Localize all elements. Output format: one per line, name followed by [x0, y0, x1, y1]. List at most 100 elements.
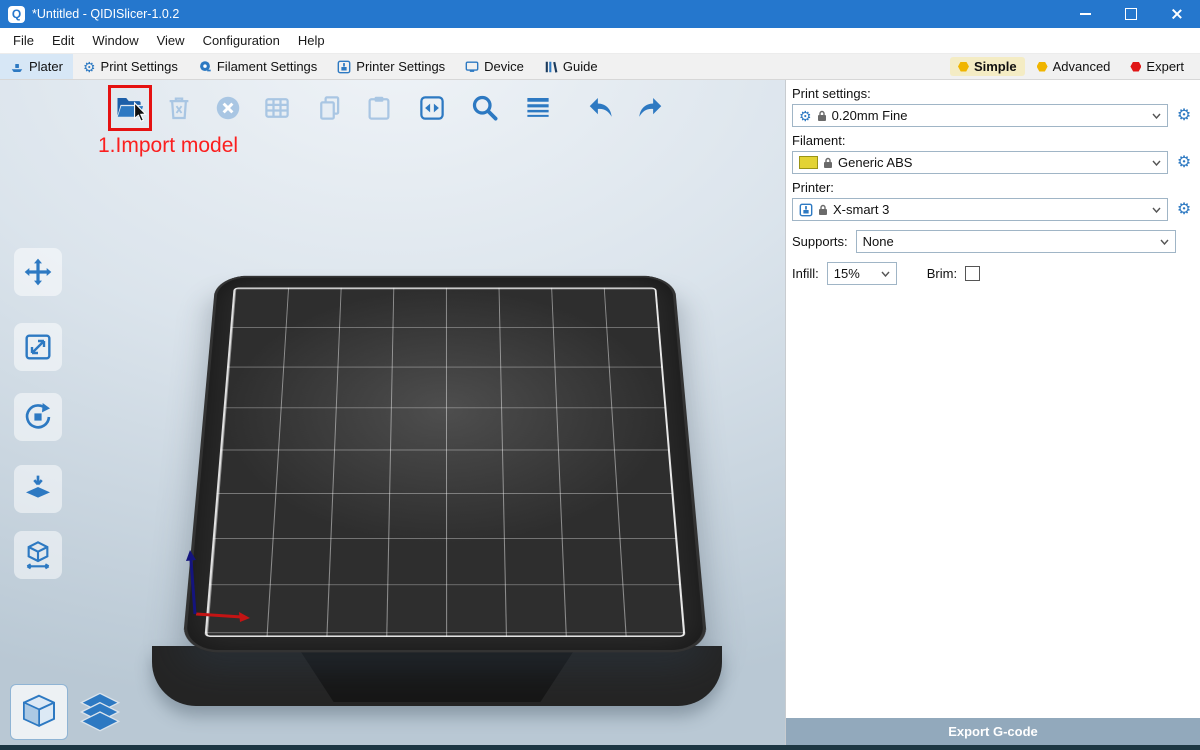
filament-label: Filament:: [792, 133, 1194, 148]
mode-expert[interactable]: Expert: [1122, 57, 1192, 76]
lock-icon: [817, 110, 827, 122]
move-icon: [22, 256, 54, 288]
guide-icon: [544, 60, 558, 74]
redo-icon: [635, 93, 665, 123]
window-controls: [1062, 0, 1200, 28]
undo-button[interactable]: [582, 88, 620, 128]
gear-icon: ⚙: [83, 60, 96, 74]
printer-icon: [799, 203, 813, 217]
infill-select[interactable]: 15%: [827, 262, 897, 285]
delete-button[interactable]: [160, 88, 198, 128]
chevron-down-icon: [1152, 207, 1161, 213]
chevron-down-icon: [1160, 239, 1169, 245]
tab-printer-settings[interactable]: Printer Settings: [327, 54, 455, 79]
tab-guide[interactable]: Guide: [534, 54, 608, 79]
delete-icon: [164, 93, 194, 123]
print-bed-front: [152, 646, 722, 706]
menu-view[interactable]: View: [148, 28, 194, 53]
printer-gear-button[interactable]: ⚙: [1174, 202, 1194, 218]
supports-select[interactable]: None: [856, 230, 1176, 253]
chevron-down-icon: [1152, 160, 1161, 166]
rotate-tool-button[interactable]: [14, 393, 62, 441]
delete-all-icon: [213, 93, 243, 123]
menu-configuration[interactable]: Configuration: [194, 28, 289, 53]
bottom-strip: [0, 745, 1200, 750]
mode-switcher: Simple Advanced Expert: [950, 57, 1200, 76]
supports-label: Supports:: [792, 234, 848, 249]
preview-layers-button[interactable]: [74, 688, 126, 736]
mode-label: Simple: [974, 59, 1017, 74]
tab-label: Filament Settings: [217, 59, 317, 74]
undo-icon: [586, 93, 616, 123]
rotate-icon: [22, 401, 54, 433]
3d-view-cube-icon: [19, 692, 59, 732]
infill-label: Infill:: [792, 266, 819, 281]
supports-value: None: [863, 234, 1155, 249]
titlebar: Q *Untitled - QIDISlicer-1.0.2: [0, 0, 1200, 28]
mouse-cursor-icon: [130, 101, 152, 123]
move-tool-button[interactable]: [14, 248, 62, 296]
variable-layer-height-button[interactable]: [519, 88, 557, 128]
tab-device[interactable]: Device: [455, 54, 534, 79]
print-settings-gear-button[interactable]: ⚙: [1174, 108, 1194, 124]
lock-icon: [823, 157, 833, 169]
paste-button[interactable]: [360, 88, 398, 128]
printer-select[interactable]: X-smart 3: [792, 198, 1168, 221]
redo-button[interactable]: [631, 88, 669, 128]
copy-button[interactable]: [311, 88, 349, 128]
variable-layer-height-icon: [523, 93, 553, 123]
tab-label: Print Settings: [101, 59, 178, 74]
menu-help[interactable]: Help: [289, 28, 334, 53]
measure-tool-button[interactable]: [14, 531, 62, 579]
tab-plater[interactable]: Plater: [0, 54, 73, 79]
minimize-button[interactable]: [1062, 0, 1108, 28]
filament-value: Generic ABS: [838, 155, 1147, 170]
printer-value: X-smart 3: [833, 202, 1147, 217]
maximize-button[interactable]: [1108, 0, 1154, 28]
origin-axes-icon: [186, 548, 266, 623]
place-on-face-tool-button[interactable]: [14, 465, 62, 513]
close-button[interactable]: [1154, 0, 1200, 28]
tab-print-settings[interactable]: ⚙ Print Settings: [73, 54, 188, 79]
viewport-toolbar: [111, 88, 669, 128]
menubar: File Edit Window View Configuration Help: [0, 28, 1200, 54]
qidislicer-window: Q *Untitled - QIDISlicer-1.0.2 File Edit…: [0, 0, 1200, 750]
delete-all-button[interactable]: [209, 88, 247, 128]
filament-color-swatch: [799, 156, 818, 169]
filament-gear-button[interactable]: ⚙: [1174, 155, 1194, 171]
export-gcode-button[interactable]: Export G-code: [786, 718, 1200, 745]
print-profile-select[interactable]: ⚙ 0.20mm Fine: [792, 104, 1168, 127]
tab-filament-settings[interactable]: Filament Settings: [188, 54, 327, 79]
device-icon: [465, 60, 479, 74]
gear-icon: ⚙: [799, 109, 812, 123]
tab-label: Device: [484, 59, 524, 74]
viewport-3d[interactable]: 1.Import model: [0, 80, 785, 745]
mode-simple[interactable]: Simple: [950, 57, 1025, 76]
print-bed-grid: [205, 288, 686, 637]
print-settings-label: Print settings:: [792, 86, 1194, 101]
chevron-down-icon: [881, 271, 890, 277]
brim-label: Brim:: [927, 266, 957, 281]
hexagon-icon: [1130, 62, 1141, 72]
3d-view-button[interactable]: [10, 684, 68, 740]
tab-label: Plater: [29, 59, 63, 74]
menu-file[interactable]: File: [4, 28, 43, 53]
tab-label: Printer Settings: [356, 59, 445, 74]
menu-edit[interactable]: Edit: [43, 28, 83, 53]
scale-icon: [22, 331, 54, 363]
filament-select[interactable]: Generic ABS: [792, 151, 1168, 174]
lock-icon: [818, 204, 828, 216]
menu-window[interactable]: Window: [83, 28, 147, 53]
layers-preview-icon: [78, 692, 122, 732]
split-button[interactable]: [413, 88, 451, 128]
tabbar: Plater ⚙ Print Settings Filament Setting…: [0, 54, 1200, 80]
mode-advanced[interactable]: Advanced: [1029, 57, 1119, 76]
arrange-button[interactable]: [258, 88, 296, 128]
search-button[interactable]: [466, 88, 504, 128]
brim-checkbox[interactable]: [965, 266, 980, 281]
scale-tool-button[interactable]: [14, 323, 62, 371]
bed-handle-notch: [301, 652, 573, 702]
close-icon: [1171, 8, 1183, 20]
infill-value: 15%: [834, 266, 876, 281]
measure-icon: [22, 539, 54, 571]
